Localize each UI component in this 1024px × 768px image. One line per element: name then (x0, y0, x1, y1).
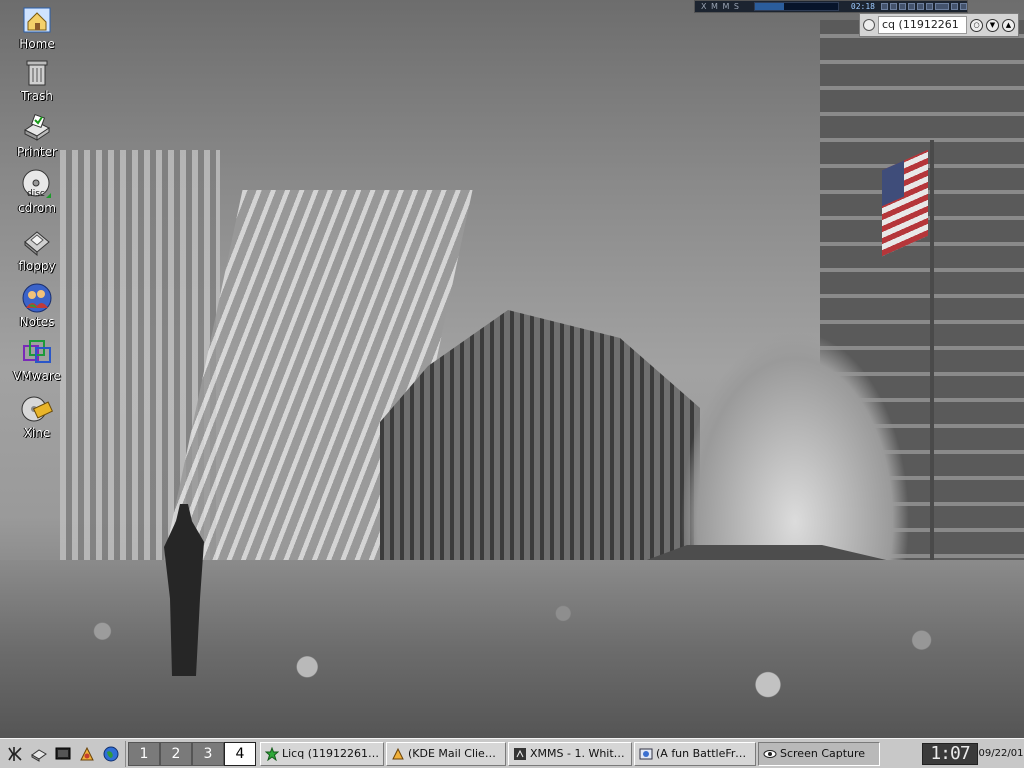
desktop-icon-label: cdrom (18, 201, 56, 215)
quick-launch (0, 740, 126, 767)
pager-desktop-2[interactable]: 2 (160, 741, 192, 766)
desktop-pager: 1 2 3 4 (128, 741, 256, 767)
floppy-icon (21, 226, 53, 258)
close-icon[interactable] (959, 3, 967, 10)
wallpaper-flagpole (930, 140, 934, 600)
task-browser[interactable]: (A fun BattleFront ... (634, 741, 756, 766)
desktop-icon-label: floppy (18, 259, 56, 273)
task-label: Screen Capture (780, 747, 866, 760)
desktop-icon-printer[interactable]: Printer (6, 112, 68, 159)
system-tray: 1:07 09/22/01 (922, 741, 1024, 767)
pager-desktop-1[interactable]: 1 (128, 741, 160, 766)
wallpaper-rubble (0, 560, 1024, 738)
xmms-title: X M M S (701, 2, 740, 11)
wallpaper-debris (680, 330, 910, 570)
task-label: Licq (119122613) (282, 747, 379, 760)
cdrom-disc-text: disc (27, 189, 45, 199)
desktop-icon-label: Home (19, 37, 55, 51)
cdrom-icon: disc (21, 168, 53, 200)
globe-icon[interactable] (101, 744, 120, 763)
desktop-icon-label: Printer (17, 145, 57, 159)
desktop-wallpaper (0, 0, 1024, 738)
xmms-icon (513, 747, 527, 761)
prev-icon[interactable] (880, 3, 888, 10)
desktop-icon-label: Trash (21, 89, 53, 103)
xmms-mini-player[interactable]: X M M S 02:18 (694, 0, 968, 13)
chevron-down-icon[interactable]: ▼ (986, 18, 999, 32)
desktop-icon-notes[interactable]: Notes (6, 282, 68, 329)
licq-applet-title: cq (11912261 (878, 16, 967, 34)
desktop-icon-cdrom[interactable]: disc cdrom (6, 168, 68, 215)
task-kmail[interactable]: (KDE Mail Client - ... (386, 741, 506, 766)
vmware-icon (21, 336, 53, 368)
task-screen-capture[interactable]: Screen Capture (758, 741, 880, 766)
xine-icon (21, 393, 53, 425)
desktop-icon-floppy[interactable]: floppy (6, 226, 68, 273)
status-icon[interactable] (863, 19, 875, 31)
konqueror-icon[interactable] (77, 744, 96, 763)
balance-icon[interactable] (950, 3, 958, 10)
desktop-icon-label: Notes (19, 315, 55, 329)
eject-icon[interactable] (925, 3, 933, 10)
licq-applet[interactable]: cq (11912261 ○ ▼ ▲ (859, 13, 1019, 37)
window-list-icon[interactable] (29, 744, 48, 763)
options-icon[interactable]: ○ (970, 18, 983, 32)
pager-desktop-3[interactable]: 3 (192, 741, 224, 766)
task-label: XMMS - 1. White Z... (530, 747, 627, 760)
desktop-icon-home[interactable]: Home (6, 4, 68, 51)
eye-icon (763, 747, 777, 761)
licq-icon (265, 746, 279, 761)
notes-icon (21, 282, 53, 314)
task-label: (A fun BattleFront ... (656, 747, 751, 760)
desktop-icon-label: Xine (23, 426, 51, 440)
desktop-icon-trash[interactable]: Trash (6, 56, 68, 103)
next-icon[interactable] (916, 3, 924, 10)
date: 09/22/01 (978, 748, 1024, 759)
desktop-icon[interactable] (53, 744, 72, 763)
taskbar: 1 2 3 4 Licq (119122613) (KDE Mail Clien… (0, 738, 1024, 768)
desktop-icon-label: VMware (13, 369, 61, 383)
trash-icon (21, 56, 53, 88)
volume-icon[interactable] (934, 3, 949, 10)
chevron-up-icon[interactable]: ▲ (1002, 18, 1015, 32)
xmms-progress-fill (754, 3, 784, 10)
task-label: (KDE Mail Client - ... (408, 747, 501, 760)
desktop-icon-xine[interactable]: Xine (6, 393, 68, 440)
stop-icon[interactable] (907, 3, 915, 10)
browser-icon (639, 747, 653, 761)
clock[interactable]: 1:07 (922, 742, 978, 765)
kde-menu-icon[interactable] (5, 744, 24, 763)
pager-desktop-4[interactable]: 4 (224, 741, 256, 766)
kmail-icon (391, 747, 405, 761)
pause-icon[interactable] (898, 3, 906, 10)
printer-icon (21, 112, 53, 144)
task-xmms[interactable]: XMMS - 1. White Z... (508, 741, 632, 766)
task-licq[interactable]: Licq (119122613) (260, 741, 384, 766)
xmms-controls (879, 3, 967, 10)
home-icon (21, 4, 53, 36)
xmms-progress-bar[interactable] (753, 2, 839, 11)
play-icon[interactable] (889, 3, 897, 10)
desktop-icon-vmware[interactable]: VMware (6, 336, 68, 383)
task-list: Licq (119122613) (KDE Mail Client - ... … (260, 741, 918, 767)
xmms-time: 02:18 (850, 2, 875, 11)
